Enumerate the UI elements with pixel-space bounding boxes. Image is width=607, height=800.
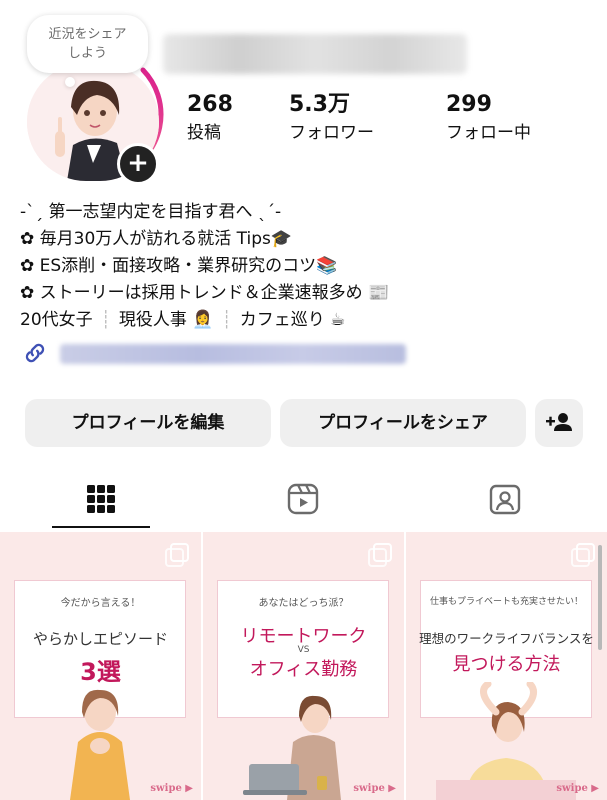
add-story-button[interactable]: + — [117, 143, 159, 185]
stat-followers[interactable]: 5.3万 フォロワー — [289, 92, 374, 145]
stat-posts[interactable]: 268 投稿 — [187, 92, 233, 145]
bio-tag-separator: ┊ — [100, 310, 111, 330]
bio-line-4: ✿ ストーリーは採用トレンド＆企業速報多め 📰 — [20, 283, 390, 303]
scrollbar[interactable] — [598, 545, 602, 650]
post-title-bottom: オフィス勤務 — [249, 659, 358, 680]
post-subtitle: あなたはどっち派？ — [258, 598, 349, 609]
post-subtitle: 今だから言える！ — [60, 598, 141, 609]
share-profile-button[interactable]: プロフィールをシェア — [280, 399, 526, 447]
carousel-icon — [576, 543, 595, 562]
reels-icon — [287, 483, 319, 515]
bio-link[interactable] — [22, 340, 406, 366]
note-text-line2: しよう — [67, 46, 107, 61]
add-person-button[interactable] — [535, 399, 583, 447]
stat-posts-value: 268 — [187, 92, 233, 117]
bio: -ˋˏ 第一志望内定を目指す君へ ˎˊ- ✿ 毎月30万人が訪れる就活 Tips… — [20, 199, 600, 334]
link-url-redacted[interactable] — [60, 344, 406, 364]
carousel-icon — [373, 543, 392, 562]
post-subtitle: 仕事もプライベートも充実させたい！ — [429, 597, 583, 607]
profile-tabs — [0, 468, 607, 530]
tab-reels[interactable] — [202, 468, 404, 530]
username-redacted — [163, 34, 467, 74]
tab-posts-grid[interactable] — [0, 468, 202, 530]
edit-profile-button[interactable]: プロフィールを編集 — [25, 399, 271, 447]
post-tile[interactable]: 仕事もプライベートも充実させたい！ 理想のワークライフバランスを 見つける方法 … — [406, 532, 607, 800]
bio-tags: 20代女子 ┊ 現役人事 👩‍💼 ┊ カフェ巡り ☕ — [20, 307, 600, 334]
post-vs: VS — [297, 645, 310, 655]
post-illustration — [70, 689, 130, 800]
bio-line-1: -ˋˏ 第一志望内定を目指す君へ ˎˊ- — [20, 202, 282, 222]
post-grid: 今だから言える！ やらかしエピソード 3選 swipe ▶ あなたはどっち派？ … — [0, 532, 607, 800]
post-tile[interactable]: あなたはどっち派？ リモートワーク VS オフィス勤務 swipe ▶ — [203, 532, 404, 800]
note-bubble[interactable]: 近況をシェア しよう — [27, 15, 148, 87]
stat-posts-label: 投稿 — [187, 123, 221, 143]
post-tile[interactable]: 今だから言える！ やらかしエピソード 3選 swipe ▶ — [0, 532, 201, 800]
bio-tag-separator: ┊ — [221, 310, 232, 330]
stat-following[interactable]: 299 フォロー中 — [446, 92, 531, 145]
tab-tagged[interactable] — [404, 468, 606, 530]
stat-followers-value: 5.3万 — [289, 92, 350, 117]
post-emphasis: 見つける方法 — [452, 654, 561, 675]
stat-following-label: フォロー中 — [446, 123, 531, 143]
tagged-person-icon — [489, 484, 521, 515]
stat-following-value: 299 — [446, 92, 492, 117]
bio-tag: 現役人事 👩‍💼 — [118, 310, 214, 330]
post-illustration — [436, 682, 576, 800]
swipe-hint: swipe ▶ — [353, 783, 396, 794]
post-title: やらかしエピソード — [32, 630, 168, 648]
bio-line-2: ✿ 毎月30万人が訪れる就活 Tips🎓 — [20, 229, 293, 249]
bio-tag: カフェ巡り ☕ — [239, 310, 346, 330]
swipe-hint: swipe ▶ — [556, 783, 599, 794]
stat-followers-label: フォロワー — [289, 123, 374, 143]
carousel-icon — [170, 543, 189, 562]
swipe-hint: swipe ▶ — [150, 783, 193, 794]
post-title: 理想のワークライフバランスを — [419, 631, 594, 646]
add-person-icon — [546, 413, 572, 431]
bio-line-3: ✿ ES添削・面接攻略・業界研究のコツ📚 — [20, 256, 338, 276]
link-icon — [25, 343, 45, 363]
tab-active-indicator — [52, 526, 150, 528]
grid-icon — [87, 485, 115, 513]
bio-tag: 20代女子 — [20, 310, 93, 330]
note-text-line1: 近況をシェア — [48, 27, 127, 42]
note-bubble-tail — [65, 77, 75, 87]
